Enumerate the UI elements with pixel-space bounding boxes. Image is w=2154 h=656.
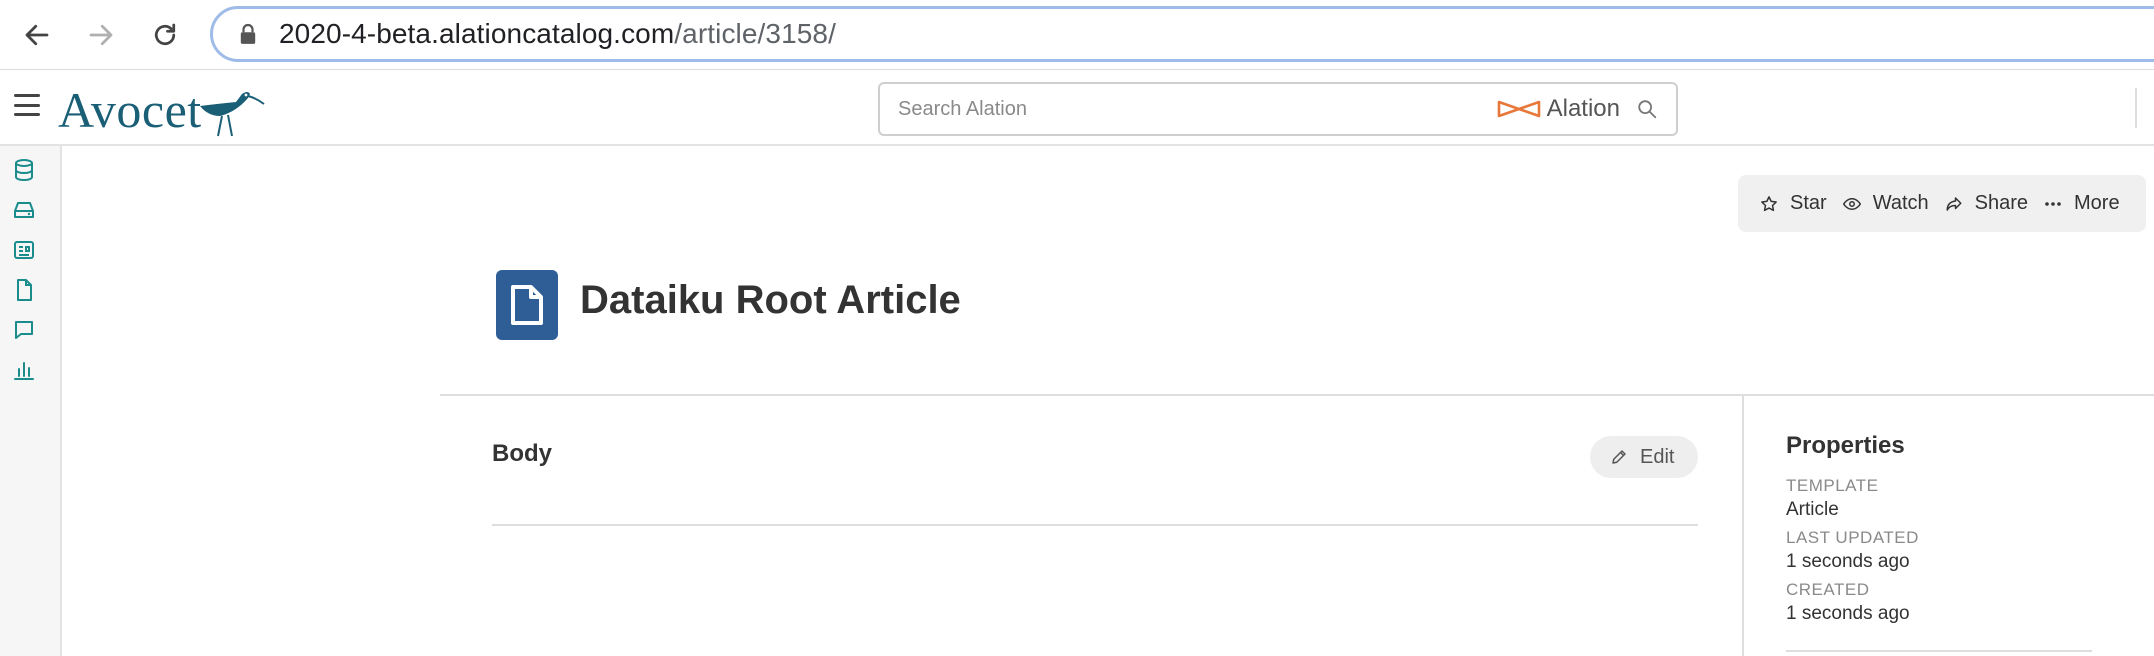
edit-button[interactable]: Edit bbox=[1590, 436, 1698, 478]
menu-icon[interactable] bbox=[14, 94, 40, 116]
back-arrow-icon bbox=[25, 24, 49, 46]
alation-wordmark: Alation bbox=[1546, 95, 1620, 122]
pencil-icon bbox=[1612, 450, 1626, 464]
document-icon[interactable] bbox=[12, 278, 36, 302]
column-divider bbox=[1742, 396, 1744, 656]
body-heading: Body bbox=[492, 440, 552, 467]
property-key-created: CREATED bbox=[1786, 580, 1870, 599]
bar-chart-icon[interactable] bbox=[12, 358, 36, 382]
share-icon bbox=[1946, 196, 1962, 211]
more-label: More bbox=[2074, 192, 2120, 214]
address-bar[interactable]: 2020-4-beta.alationcatalog.com/article/3… bbox=[210, 6, 2154, 62]
forward-arrow-icon bbox=[89, 24, 113, 46]
page-title: Dataiku Root Article bbox=[580, 278, 961, 322]
database-icon[interactable] bbox=[12, 158, 36, 182]
back-button[interactable] bbox=[16, 14, 58, 56]
properties-divider bbox=[1786, 650, 2092, 652]
left-rail bbox=[0, 146, 62, 656]
url-path: /article/3158/ bbox=[674, 18, 836, 49]
logo-text: Avocet bbox=[58, 82, 202, 138]
app-header: Avocet Search Alation Alation bbox=[0, 70, 2154, 146]
edit-label: Edit bbox=[1640, 445, 1675, 468]
star-icon bbox=[1761, 195, 1777, 211]
search-icon[interactable] bbox=[1636, 98, 1658, 120]
search-box[interactable]: Search Alation Alation bbox=[878, 82, 1678, 136]
document-icon bbox=[511, 285, 543, 325]
share-label: Share bbox=[1974, 192, 2028, 214]
property-key-last-updated: LAST UPDATED bbox=[1786, 528, 1919, 547]
title-divider bbox=[440, 394, 2154, 396]
watch-button[interactable]: Watch bbox=[1842, 192, 1929, 215]
alation-logo-icon bbox=[1497, 100, 1540, 118]
storage-icon[interactable] bbox=[12, 198, 36, 222]
url-text: 2020-4-beta.alationcatalog.com/article/3… bbox=[279, 18, 836, 50]
article-type-icon bbox=[496, 270, 558, 340]
reload-icon bbox=[154, 23, 176, 46]
watch-label: Watch bbox=[1872, 192, 1929, 214]
search-placeholder: Search Alation bbox=[898, 97, 1027, 120]
alation-brand: Alation bbox=[1497, 95, 1620, 123]
lock-icon bbox=[239, 22, 259, 46]
property-value-template: Article bbox=[1786, 499, 1839, 520]
avocet-bird-icon bbox=[199, 92, 265, 137]
body-divider bbox=[492, 524, 1698, 526]
url-host: 2020-4-beta.alationcatalog.com bbox=[279, 18, 675, 49]
header-divider bbox=[2135, 88, 2137, 128]
ellipsis-icon bbox=[2045, 201, 2061, 206]
action-bar: Star Watch Share More bbox=[1738, 175, 2146, 232]
logo[interactable]: Avocet bbox=[58, 82, 266, 138]
properties-heading: Properties bbox=[1786, 432, 1905, 459]
property-key-template: TEMPLATE bbox=[1786, 476, 1879, 495]
browser-toolbar: 2020-4-beta.alationcatalog.com/article/3… bbox=[0, 0, 2154, 70]
star-label: Star bbox=[1790, 192, 1827, 214]
reload-button[interactable] bbox=[144, 14, 186, 56]
star-button[interactable]: Star bbox=[1760, 192, 1827, 215]
conversation-icon[interactable] bbox=[12, 318, 36, 342]
property-value-created: 1 seconds ago bbox=[1786, 603, 1910, 624]
share-button[interactable]: Share bbox=[1945, 192, 2028, 215]
forward-button[interactable] bbox=[80, 14, 122, 56]
property-value-last-updated: 1 seconds ago bbox=[1786, 551, 1910, 572]
eye-icon bbox=[1842, 197, 1861, 210]
catalog-card-icon[interactable] bbox=[12, 238, 36, 262]
more-button[interactable]: More bbox=[2044, 192, 2120, 215]
